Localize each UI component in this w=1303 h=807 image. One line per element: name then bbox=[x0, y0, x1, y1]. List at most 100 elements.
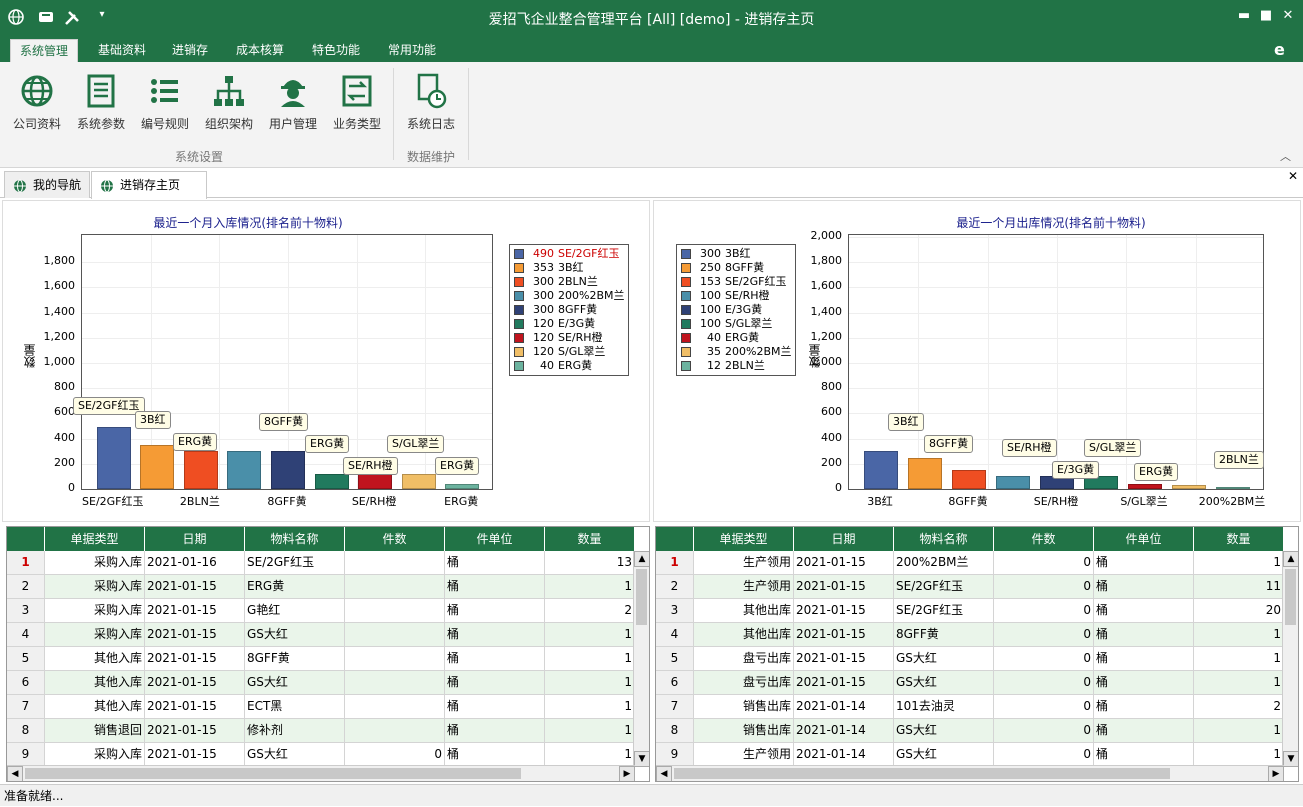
chart-bar[interactable] bbox=[907, 457, 943, 489]
chart-bar[interactable] bbox=[358, 473, 393, 489]
vertical-scrollbar[interactable]: ▲ ▼ bbox=[1282, 551, 1298, 767]
vertical-scrollbar[interactable]: ▲ ▼ bbox=[633, 551, 649, 767]
tab-inventory-home[interactable]: 进销存主页 ✕ bbox=[91, 171, 207, 218]
maximize-icon[interactable]: ■ bbox=[1256, 8, 1276, 28]
column-header[interactable]: 日期 bbox=[794, 527, 894, 551]
chart-bar[interactable] bbox=[401, 473, 436, 489]
tab-common-functions[interactable]: 常用功能 bbox=[376, 39, 448, 62]
legend-swatch bbox=[514, 291, 524, 301]
row-number: 4 bbox=[656, 623, 694, 646]
chart-bar[interactable] bbox=[1127, 483, 1163, 489]
chart-bar[interactable] bbox=[314, 473, 349, 489]
table-cell bbox=[345, 623, 445, 646]
tab-system-management[interactable]: 系统管理 bbox=[10, 39, 78, 62]
chart-bar[interactable] bbox=[183, 451, 218, 489]
chart-bar[interactable] bbox=[140, 444, 175, 489]
column-header[interactable]: 物料名称 bbox=[245, 527, 345, 551]
scroll-right-icon[interactable]: ▶ bbox=[619, 766, 635, 781]
company-info-button[interactable]: 公司资料 bbox=[6, 68, 68, 132]
table-row[interactable]: 2 生产领用 2021-01-15 SE/2GF红玉 0 桶 11 bbox=[656, 575, 1284, 599]
column-header[interactable]: 件数 bbox=[345, 527, 445, 551]
chart-bar[interactable] bbox=[863, 451, 899, 489]
tab-inventory[interactable]: 进销存 bbox=[160, 39, 220, 62]
table-row[interactable]: 9 采购入库 2021-01-15 GS大红 0 桶 1 bbox=[7, 743, 635, 767]
table-cell: 盘亏出库 bbox=[694, 647, 794, 670]
horizontal-scrollbar[interactable]: ◀ ▶ bbox=[656, 765, 1284, 781]
system-params-button[interactable]: 系统参数 bbox=[70, 68, 132, 132]
chart-bar[interactable] bbox=[1215, 487, 1251, 490]
chart-bar[interactable] bbox=[951, 469, 987, 489]
table-row[interactable]: 5 盘亏出库 2021-01-15 GS大红 0 桶 1 bbox=[656, 647, 1284, 671]
table-row[interactable]: 8 销售出库 2021-01-14 GS大红 0 桶 1 bbox=[656, 719, 1284, 743]
scroll-down-icon[interactable]: ▼ bbox=[1283, 751, 1298, 767]
legend-item: 250 8GFF黄 bbox=[681, 261, 791, 275]
scroll-thumb[interactable] bbox=[636, 569, 647, 625]
column-header[interactable]: 件数 bbox=[994, 527, 1094, 551]
column-header[interactable]: 物料名称 bbox=[894, 527, 994, 551]
x-tick-label: 200%2BM兰 bbox=[1198, 495, 1266, 508]
chart-bar[interactable] bbox=[1171, 484, 1207, 489]
column-header[interactable]: 单据类型 bbox=[694, 527, 794, 551]
table-row[interactable]: 9 生产领用 2021-01-14 GS大红 0 桶 1 bbox=[656, 743, 1284, 767]
table-row[interactable]: 5 其他入库 2021-01-15 8GFF黄 桶 1 bbox=[7, 647, 635, 671]
scroll-down-icon[interactable]: ▼ bbox=[634, 751, 649, 767]
chart-bar[interactable] bbox=[271, 451, 305, 489]
scroll-left-icon[interactable]: ◀ bbox=[656, 766, 672, 781]
column-header[interactable]: 数量 bbox=[545, 527, 635, 551]
user-management-button[interactable]: 用户管理 bbox=[262, 68, 324, 132]
scroll-right-icon[interactable]: ▶ bbox=[1268, 766, 1284, 781]
minimize-icon[interactable]: ▬ bbox=[1234, 8, 1254, 28]
table-row[interactable]: 4 采购入库 2021-01-15 GS大红 桶 1 bbox=[7, 623, 635, 647]
scroll-thumb[interactable] bbox=[25, 768, 521, 779]
table-row[interactable]: 6 盘亏出库 2021-01-15 GS大红 0 桶 1 bbox=[656, 671, 1284, 695]
legend-item: 100 E/3G黄 bbox=[681, 303, 791, 317]
table-row[interactable]: 3 采购入库 2021-01-15 G艳红 桶 2 bbox=[7, 599, 635, 623]
tab-my-navigation[interactable]: 我的导航 bbox=[4, 171, 90, 198]
table-cell: 2021-01-15 bbox=[145, 671, 245, 694]
table-row[interactable]: 1 生产领用 2021-01-15 200%2BM兰 0 桶 1 bbox=[656, 551, 1284, 575]
scroll-left-icon[interactable]: ◀ bbox=[7, 766, 23, 781]
table-row[interactable]: 3 其他出库 2021-01-15 SE/2GF红玉 0 桶 20 bbox=[656, 599, 1284, 623]
table-row[interactable]: 6 其他入库 2021-01-15 GS大红 桶 1 bbox=[7, 671, 635, 695]
column-header[interactable]: 件单位 bbox=[1094, 527, 1194, 551]
close-icon[interactable]: ✕ bbox=[1278, 8, 1298, 28]
chart-title: 最近一个月入库情况(排名前十物料) bbox=[153, 216, 343, 230]
horizontal-scrollbar[interactable]: ◀ ▶ bbox=[7, 765, 635, 781]
table-cell: 2021-01-15 bbox=[794, 599, 894, 622]
close-document-icon[interactable]: ✕ bbox=[1288, 169, 1298, 183]
chart-bar[interactable] bbox=[96, 427, 131, 489]
scroll-thumb[interactable] bbox=[674, 768, 1170, 779]
tab-basic-data[interactable]: 基础资料 bbox=[86, 39, 158, 62]
column-header[interactable]: 数量 bbox=[1194, 527, 1284, 551]
table-row[interactable]: 2 采购入库 2021-01-15 ERG黄 桶 1 bbox=[7, 575, 635, 599]
column-header[interactable]: 件单位 bbox=[445, 527, 545, 551]
tab-special-features[interactable]: 特色功能 bbox=[300, 39, 372, 62]
table-row[interactable]: 4 其他出库 2021-01-15 8GFF黄 0 桶 1 bbox=[656, 623, 1284, 647]
table-cell: 桶 bbox=[1094, 695, 1194, 718]
numbering-rules-button[interactable]: 编号规则 bbox=[134, 68, 196, 132]
chart-bar[interactable] bbox=[995, 476, 1031, 489]
table-cell: 1 bbox=[1194, 719, 1284, 742]
system-log-button[interactable]: 系统日志 bbox=[400, 68, 462, 132]
ie-icon[interactable]: e bbox=[1274, 40, 1285, 59]
chart-bar[interactable] bbox=[227, 451, 262, 489]
row-number: 5 bbox=[7, 647, 45, 670]
column-header[interactable]: 日期 bbox=[145, 527, 245, 551]
table-row[interactable]: 7 销售出库 2021-01-14 101去油灵 0 桶 2 bbox=[656, 695, 1284, 719]
column-header[interactable]: 单据类型 bbox=[45, 527, 145, 551]
tab-cost-accounting[interactable]: 成本核算 bbox=[224, 39, 296, 62]
scroll-up-icon[interactable]: ▲ bbox=[634, 551, 649, 567]
table-cell: 0 bbox=[994, 695, 1094, 718]
org-structure-button[interactable]: 组织架构 bbox=[198, 68, 260, 132]
bar-callout: SE/RH橙 bbox=[1002, 439, 1057, 457]
scroll-up-icon[interactable]: ▲ bbox=[1283, 551, 1298, 567]
business-type-button[interactable]: 业务类型 bbox=[326, 68, 388, 132]
table-row[interactable]: 8 销售退回 2021-01-15 修补剂 桶 1 bbox=[7, 719, 635, 743]
legend-item: 40 ERG黄 bbox=[681, 331, 791, 345]
table-row[interactable]: 1 采购入库 2021-01-16 SE/2GF红玉 桶 13 bbox=[7, 551, 635, 575]
table-row[interactable]: 7 其他入库 2021-01-15 ECT黑 桶 1 bbox=[7, 695, 635, 719]
scroll-thumb[interactable] bbox=[1285, 569, 1296, 625]
chart-bar[interactable] bbox=[445, 483, 480, 489]
collapse-ribbon-icon[interactable]: ︿ bbox=[1280, 148, 1291, 164]
bar-callout: ERG黄 bbox=[435, 457, 480, 475]
